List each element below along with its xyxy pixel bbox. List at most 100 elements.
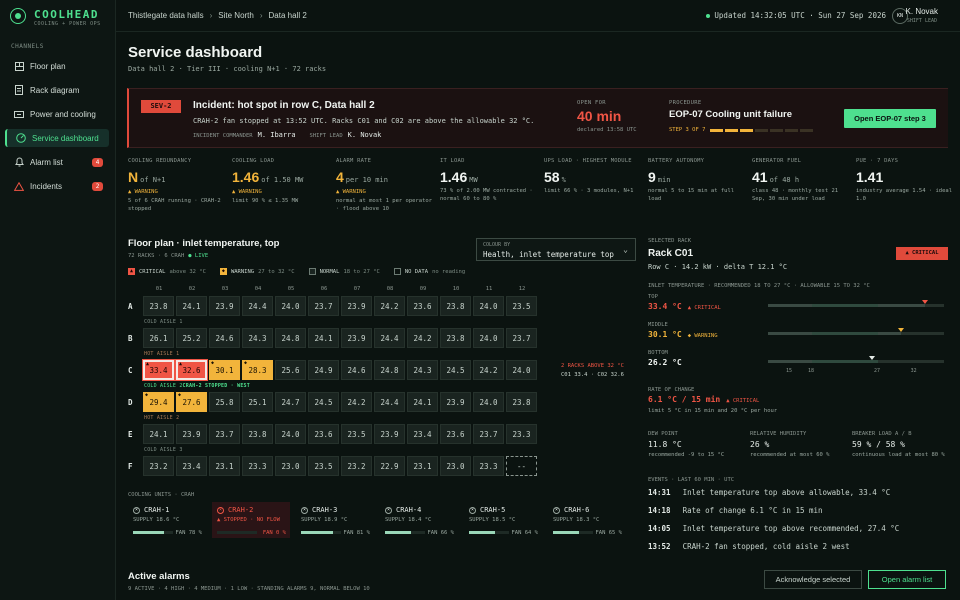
rack-cell[interactable]: 24.6 [209, 328, 240, 348]
rack-cell[interactable]: 22.9 [374, 456, 405, 476]
rack-cell[interactable]: 25.2 [176, 328, 207, 348]
rack-cell[interactable]: ▲ 33.4 [143, 360, 174, 380]
rack-cell[interactable]: ◆ 27.6 [176, 392, 207, 412]
crah-unit[interactable]: × CRAH-1 SUPPLY 18.6 °C FAN 78 % [128, 502, 206, 538]
rack-cell[interactable]: 23.5 [308, 456, 339, 476]
rack-cell[interactable]: 23.9 [440, 392, 471, 412]
rack-cell[interactable]: 26.1 [143, 328, 174, 348]
sidebar-item-rack-diagram[interactable]: Rack diagram [5, 81, 109, 99]
rack-cell[interactable]: 23.1 [209, 456, 240, 476]
rack-cell[interactable]: ◆ 29.4 [143, 392, 174, 412]
rack-cell[interactable]: 23.8 [242, 424, 273, 444]
rack-cell[interactable]: 23.2 [143, 456, 174, 476]
rack-cell[interactable]: 24.2 [374, 296, 405, 316]
acknowledge-button[interactable]: Acknowledge selected [764, 570, 862, 589]
rack-cell[interactable]: 24.0 [473, 328, 504, 348]
rack-cell[interactable]: 24.3 [242, 328, 273, 348]
rack-cell[interactable]: 23.5 [341, 424, 372, 444]
rack-cell[interactable]: 24.1 [407, 392, 438, 412]
rack-cell[interactable]: 24.8 [275, 328, 306, 348]
rack-cell[interactable]: 25.1 [242, 392, 273, 412]
rack-cell[interactable]: 23.0 [440, 456, 471, 476]
sidebar-item-floor-plan[interactable]: Floor plan [5, 57, 109, 75]
rack-cell[interactable]: 23.6 [407, 296, 438, 316]
rack-cell[interactable]: 23.8 [440, 328, 471, 348]
breadcrumb-site-group[interactable]: Thistlegate data halls [128, 11, 204, 20]
rack-temperature: 23.9 [380, 429, 399, 439]
rack-cell[interactable]: 23.9 [176, 424, 207, 444]
rack-cell[interactable]: 24.3 [407, 360, 438, 380]
rack-cell[interactable]: 24.2 [473, 360, 504, 380]
crah-unit[interactable]: × CRAH-5 SUPPLY 18.5 °C FAN 64 % [464, 502, 542, 538]
rack-cell[interactable]: 23.9 [341, 296, 372, 316]
rack-cell[interactable]: -- [506, 456, 537, 476]
rack-cell[interactable]: 24.5 [308, 392, 339, 412]
open-for: OPEN FOR 40 min declared 13:58 UTC [577, 100, 637, 133]
breadcrumb-hall[interactable]: Data hall 2 [269, 11, 307, 20]
rack-cell[interactable]: 24.7 [275, 392, 306, 412]
crah-unit[interactable]: × CRAH-6 SUPPLY 18.3 °C FAN 65 % [548, 502, 626, 538]
rack-cell[interactable]: ◆ 30.1 [209, 360, 240, 380]
rack-cell[interactable]: 23.4 [407, 424, 438, 444]
rack-cell[interactable]: 23.7 [209, 424, 240, 444]
rack-cell[interactable]: 23.8 [440, 296, 471, 316]
rack-cell[interactable]: ◆ 28.3 [242, 360, 273, 380]
shift-lead-label: SHIFT LEAD [309, 133, 343, 139]
event-row[interactable]: 14:05 Inlet temperature top above recomme… [648, 524, 899, 533]
crah-unit[interactable]: × CRAH-2 ▲ STOPPED · NO FLOW FAN 0 % [212, 502, 290, 538]
rack-cell[interactable]: 24.1 [176, 296, 207, 316]
rack-cell[interactable]: 24.8 [374, 360, 405, 380]
power-icon [12, 110, 26, 119]
rack-cell[interactable]: 23.3 [473, 456, 504, 476]
rack-cell[interactable]: 23.3 [506, 424, 537, 444]
rack-cell[interactable]: 24.0 [473, 392, 504, 412]
rack-cell[interactable]: 24.2 [341, 392, 372, 412]
colour-by-select[interactable]: COLOUR BY Health, inlet temperature top … [476, 238, 636, 261]
rack-cell[interactable]: 24.0 [506, 360, 537, 380]
rack-cell[interactable]: 23.4 [176, 456, 207, 476]
crah-unit[interactable]: × CRAH-4 SUPPLY 18.4 °C FAN 66 % [380, 502, 458, 538]
rack-cell[interactable]: 24.5 [440, 360, 471, 380]
event-row[interactable]: 14:31 Inlet temperature top above allowab… [648, 488, 890, 497]
rack-cell[interactable]: 23.7 [506, 328, 537, 348]
rack-cell[interactable]: ▲ 32.6 [176, 360, 207, 380]
event-row[interactable]: 13:52 CRAH-2 fan stopped, cold aisle 2 we… [648, 542, 850, 551]
rack-cell[interactable]: 23.8 [506, 392, 537, 412]
rack-cell[interactable]: 23.6 [440, 424, 471, 444]
event-row[interactable]: 14:18 Rate of change 6.1 °C in 15 min [648, 506, 823, 515]
rack-cell[interactable]: 24.6 [341, 360, 372, 380]
rack-cell[interactable]: 24.4 [374, 328, 405, 348]
rack-cell[interactable]: 23.9 [374, 424, 405, 444]
sidebar-item-incidents[interactable]: Incidents 2 [5, 177, 109, 195]
rack-cell[interactable]: 23.2 [341, 456, 372, 476]
rack-cell[interactable]: 24.1 [308, 328, 339, 348]
open-alarm-list-button[interactable]: Open alarm list [868, 570, 946, 589]
sidebar-item-service-dashboard[interactable]: Service dashboard [5, 129, 109, 147]
rack-cell[interactable]: 23.6 [308, 424, 339, 444]
rack-cell[interactable]: 24.2 [407, 328, 438, 348]
breadcrumb-site[interactable]: Site North [218, 11, 254, 20]
rack-cell[interactable]: 24.4 [242, 296, 273, 316]
rack-cell[interactable]: 23.7 [473, 424, 504, 444]
rack-cell[interactable]: 23.1 [407, 456, 438, 476]
kpi-warning: ▲ WARNING [128, 189, 158, 195]
rack-cell[interactable]: 25.8 [209, 392, 240, 412]
sidebar-item-alarm-list[interactable]: Alarm list 4 [5, 153, 109, 171]
rack-cell[interactable]: 23.5 [506, 296, 537, 316]
rack-cell[interactable]: 23.0 [275, 456, 306, 476]
rack-cell[interactable]: 23.7 [308, 296, 339, 316]
rack-cell[interactable]: 23.9 [209, 296, 240, 316]
open-eop-button[interactable]: Open EOP-07 step 3 [844, 109, 936, 128]
rack-cell[interactable]: 24.1 [143, 424, 174, 444]
rack-cell[interactable]: 23.9 [341, 328, 372, 348]
rack-cell[interactable]: 24.0 [275, 296, 306, 316]
rack-cell[interactable]: 24.4 [374, 392, 405, 412]
sidebar-item-power-cooling[interactable]: Power and cooling [5, 105, 109, 123]
rack-cell[interactable]: 25.6 [275, 360, 306, 380]
rack-cell[interactable]: 24.0 [275, 424, 306, 444]
crah-unit[interactable]: × CRAH-3 SUPPLY 18.9 °C FAN 81 % [296, 502, 374, 538]
rack-cell[interactable]: 23.3 [242, 456, 273, 476]
rack-cell[interactable]: 23.8 [143, 296, 174, 316]
rack-cell[interactable]: 24.9 [308, 360, 339, 380]
rack-cell[interactable]: 24.0 [473, 296, 504, 316]
